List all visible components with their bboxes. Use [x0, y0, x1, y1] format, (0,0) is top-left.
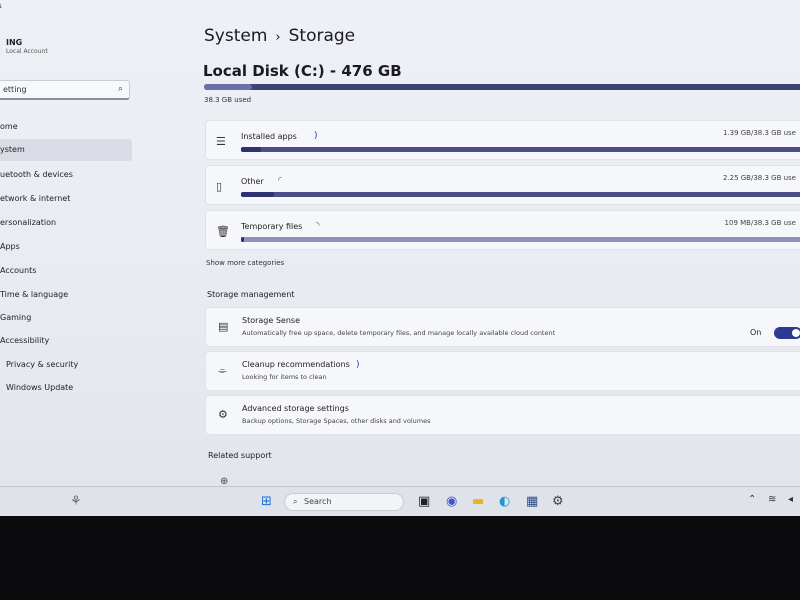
sidebar-item-gaming[interactable]: Gaming: [0, 307, 132, 329]
category-usage-bar: [241, 237, 800, 242]
sidebar-item-label: Windows Update: [6, 383, 74, 392]
chat-icon[interactable]: ◉: [446, 494, 457, 509]
advanced-storage-subtitle: Backup options, Storage Spaces, other di…: [242, 417, 431, 425]
screen-bezel: [0, 516, 800, 600]
sidebar-item-privacy[interactable]: Privacy & security: [2, 354, 138, 376]
sidebar-item-label: Accounts: [0, 266, 37, 275]
list-icon: ☰: [216, 135, 226, 148]
toggle-knob: [792, 329, 800, 337]
storage-icon: ▤: [218, 320, 229, 333]
search-icon: ⌕: [293, 497, 298, 506]
related-support-heading: Related support: [208, 451, 272, 460]
category-size: 1.39 GB/38.3 GB use: [722, 129, 796, 137]
screen: s ING Local Account etting ⌕ ome ystem u…: [0, 0, 800, 488]
sidebar-item-accessibility[interactable]: Accessibility: [0, 330, 132, 352]
taskbar-search-placeholder: Search: [304, 497, 332, 506]
sidebar-item-label: ome: [0, 122, 18, 131]
category-label: Installed apps: [241, 132, 297, 141]
cleanup-subtitle: Looking for items to clean: [242, 373, 327, 381]
sidebar-item-label: Privacy & security: [6, 360, 79, 369]
breadcrumb-system[interactable]: System: [204, 26, 267, 46]
sidebar: s ING Local Account etting ⌕ ome ystem u…: [0, 0, 140, 488]
taskbar: ⚘ ⊞ ⌕ Search ▣ ◉ ▬ ◐ ▦ ⚙ ⌃ ≋ ◂: [0, 486, 800, 516]
storage-sense-toggle[interactable]: [774, 327, 800, 339]
search-input-value: etting: [3, 85, 27, 94]
advanced-storage-settings-row[interactable]: ⚙ Advanced storage settings Backup optio…: [205, 395, 800, 435]
page-title: Storage: [288, 26, 356, 46]
trash-icon: 🗑: [216, 225, 230, 238]
breadcrumb: System › Storage: [204, 26, 355, 46]
loading-spinner-icon: ): [356, 360, 360, 370]
storage-sense-row[interactable]: ▤ Storage Sense Automatically free up sp…: [205, 307, 800, 347]
sidebar-item-accounts[interactable]: Accounts: [0, 260, 132, 282]
sidebar-item-label: ersonalization: [0, 218, 57, 227]
category-usage-fill: [241, 237, 244, 242]
gear-icon: ⚙: [218, 408, 228, 421]
edge-icon[interactable]: ◐: [499, 494, 510, 509]
category-temporary-files[interactable]: 🗑 Temporary files ◝ 109 MB/38.3 GB use: [205, 210, 800, 250]
widgets-icon[interactable]: ⚘: [70, 494, 82, 509]
sidebar-item-personalization[interactable]: ersonalization: [0, 212, 132, 234]
sidebar-item-label: ystem: [0, 145, 25, 154]
start-icon[interactable]: ⊞: [261, 494, 272, 509]
volume-icon[interactable]: ◂: [788, 494, 793, 505]
sidebar-item-bluetooth[interactable]: uetooth & devices: [0, 164, 132, 186]
category-usage-fill: [241, 192, 275, 197]
sidebar-item-label: Accessibility: [0, 336, 50, 345]
category-label: Other: [241, 177, 264, 186]
toggle-state-label: On: [750, 328, 762, 337]
sidebar-item-label: Gaming: [0, 313, 32, 322]
broom-icon: ⌯: [218, 364, 227, 377]
sidebar-item-time-language[interactable]: Time & language: [0, 284, 132, 306]
category-usage-bar: [241, 192, 800, 197]
document-icon: ▯: [216, 180, 223, 193]
cleanup-title: Cleanup recommendations: [242, 360, 350, 369]
settings-search-input[interactable]: etting ⌕: [0, 80, 130, 100]
disk-used-text: 38.3 GB used: [204, 96, 252, 104]
sidebar-item-home[interactable]: ome: [0, 116, 132, 138]
loading-spinner-icon: ◜: [278, 176, 282, 186]
category-usage-bar: [241, 147, 800, 152]
disk-usage-fill: [204, 84, 252, 90]
task-view-icon[interactable]: ▣: [418, 494, 430, 509]
sidebar-item-apps[interactable]: Apps: [0, 236, 132, 258]
sidebar-item-system[interactable]: ystem: [0, 139, 132, 161]
category-size: 2.25 GB/38.3 GB use: [722, 174, 796, 182]
storage-sense-subtitle: Automatically free up space, delete temp…: [242, 329, 556, 337]
main-content: System › Storage Local Disk (C:) - 476 GB …: [200, 0, 800, 488]
loading-spinner-icon: ): [314, 131, 318, 141]
sidebar-item-windows-update[interactable]: Windows Update: [2, 377, 138, 399]
breadcrumb-separator: ›: [275, 30, 281, 45]
storage-management-heading: Storage management: [207, 290, 295, 299]
user-account-type: Local Account: [6, 48, 48, 55]
sidebar-item-label: etwork & internet: [0, 194, 71, 203]
category-usage-fill: [241, 147, 262, 152]
store-icon[interactable]: ▦: [526, 494, 538, 509]
show-more-categories-link[interactable]: Show more categories: [206, 259, 284, 267]
user-name: ING: [6, 38, 23, 47]
category-other[interactable]: ▯ Other ◜ 2.25 GB/38.3 GB use: [205, 165, 800, 205]
cleanup-recommendations-row[interactable]: ⌯ Cleanup recommendations ) Looking for …: [205, 351, 800, 391]
disk-usage-bar: [204, 84, 800, 90]
loading-spinner-icon: ◝: [316, 221, 320, 231]
sidebar-item-label: uetooth & devices: [0, 170, 73, 179]
chevron-up-icon[interactable]: ⌃: [748, 494, 756, 505]
sidebar-item-label: Time & language: [0, 290, 69, 299]
search-icon[interactable]: ⌕: [118, 84, 123, 94]
category-size: 109 MB/38.3 GB use: [724, 219, 796, 227]
advanced-storage-title: Advanced storage settings: [242, 404, 349, 413]
taskbar-search-input[interactable]: ⌕ Search: [284, 493, 404, 511]
sidebar-item-network[interactable]: etwork & internet: [0, 188, 132, 210]
category-installed-apps[interactable]: ☰ Installed apps ) 1.39 GB/38.3 GB use: [205, 120, 800, 160]
settings-fragment: s: [0, 2, 2, 10]
disk-title: Local Disk (C:) - 476 GB: [203, 62, 402, 80]
file-explorer-icon[interactable]: ▬: [472, 494, 484, 509]
category-label: Temporary files: [241, 222, 303, 231]
storage-sense-title: Storage Sense: [242, 316, 301, 325]
settings-icon[interactable]: ⚙: [552, 494, 564, 509]
sidebar-item-label: Apps: [0, 242, 20, 251]
wifi-icon[interactable]: ≋: [768, 494, 776, 505]
